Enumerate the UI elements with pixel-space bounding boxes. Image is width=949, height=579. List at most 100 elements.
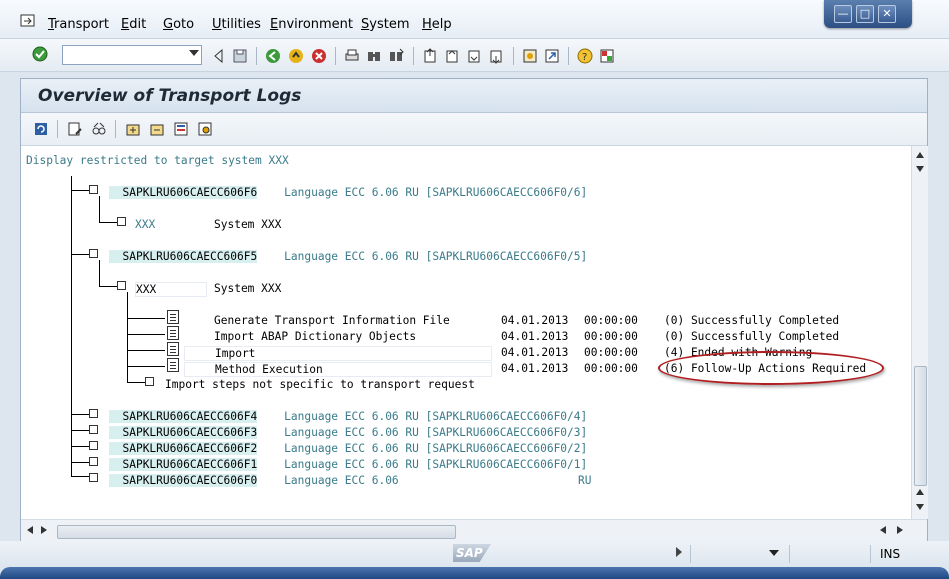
help-icon[interactable]: ? — [577, 48, 593, 64]
system-node-name: XXX — [135, 218, 156, 231]
scroll-right-icon[interactable] — [897, 526, 903, 534]
display-log-icon[interactable] — [67, 121, 83, 137]
scroll-down-icon[interactable] — [916, 504, 924, 510]
scroll-left-icon[interactable] — [27, 526, 33, 534]
folder-icon[interactable] — [89, 409, 98, 418]
print-icon[interactable] — [344, 48, 360, 64]
menu-edit[interactable]: Edit — [121, 17, 146, 32]
collapse-icon[interactable] — [149, 121, 165, 137]
command-field-dropdown-icon[interactable] — [189, 50, 199, 56]
non-specific-steps[interactable]: Import steps not specific to transport r… — [165, 378, 475, 391]
menu-environment[interactable]: Environment — [270, 17, 353, 32]
scroll-left-icon[interactable] — [880, 526, 886, 534]
find-icon[interactable] — [366, 48, 382, 64]
folder-icon[interactable] — [145, 377, 154, 386]
status-expand-icon[interactable] — [676, 547, 682, 557]
step-name[interactable]: Generate Transport Information File — [214, 314, 450, 327]
step-date: 04.01.2013 — [501, 330, 569, 343]
settings-icon[interactable] — [197, 121, 213, 137]
step-status: (0) Successfully Completed — [664, 314, 840, 327]
step-time: 00:00:00 — [584, 330, 638, 343]
folder-icon[interactable] — [89, 185, 98, 194]
menu-system[interactable]: System — [361, 17, 410, 32]
step-time: 00:00:00 — [584, 314, 638, 327]
scroll-up-icon[interactable] — [916, 152, 924, 158]
log-document-icon[interactable] — [167, 310, 179, 324]
folder-icon[interactable] — [117, 217, 126, 226]
scroll-up-icon[interactable] — [916, 489, 924, 495]
log-document-icon[interactable] — [167, 358, 179, 372]
svg-text:?: ? — [582, 52, 587, 63]
step-date: 04.01.2013 — [501, 362, 569, 375]
request-row[interactable]: SAPKLRU606CAECC606F4 Language ECC 6.06 R… — [109, 410, 587, 423]
folder-icon[interactable] — [89, 425, 98, 434]
horizontal-scroll-thumb[interactable] — [57, 525, 456, 539]
step-time: 00:00:00 — [584, 362, 638, 375]
maximize-button[interactable]: □ — [856, 5, 874, 23]
sap-menu-icon[interactable] — [20, 14, 36, 28]
glasses-icon[interactable] — [91, 121, 107, 137]
folder-icon[interactable] — [89, 441, 98, 450]
vertical-scrollbar[interactable] — [911, 146, 928, 519]
folder-icon[interactable] — [89, 457, 98, 466]
system-node-label: System XXX — [214, 282, 282, 295]
title-bar: Overview of Transport Logs — [21, 79, 927, 113]
scroll-right-icon[interactable] — [41, 526, 47, 534]
refresh-icon[interactable] — [33, 121, 49, 137]
step-name[interactable]: Import — [184, 346, 492, 361]
page-title: Overview of Transport Logs — [38, 86, 302, 106]
save-icon[interactable] — [232, 48, 248, 64]
shortcut-icon[interactable] — [544, 48, 560, 64]
insert-mode-indicator: INS — [880, 547, 901, 561]
step-status: (0) Successfully Completed — [664, 330, 840, 343]
step-name[interactable]: Import ABAP Dictionary Objects — [214, 330, 416, 343]
sap-logo: SAP — [453, 544, 491, 562]
legend-icon[interactable] — [173, 121, 189, 137]
find-next-icon[interactable] — [388, 48, 404, 64]
request-row[interactable]: SAPKLRU606CAECC606F6 Language ECC 6.06 R… — [109, 186, 587, 199]
layout-icon[interactable] — [599, 48, 615, 64]
request-row[interactable]: SAPKLRU606CAECC606F2 Language ECC 6.06 R… — [109, 442, 587, 455]
system-node-label: System XXX — [214, 218, 282, 231]
request-row[interactable]: SAPKLRU606CAECC606F5 Language ECC 6.06 R… — [109, 250, 587, 263]
window-controls: — □ ✕ — [824, 0, 912, 28]
system-node-name: XXX — [135, 282, 207, 297]
log-document-icon[interactable] — [167, 342, 179, 356]
prev-page-icon[interactable] — [444, 48, 460, 64]
scroll-down-icon[interactable] — [916, 166, 924, 172]
folder-open-icon[interactable] — [89, 249, 98, 258]
folder-icon[interactable] — [89, 473, 98, 482]
system-info-dropdown-icon[interactable] — [769, 550, 779, 556]
minimize-button[interactable]: — — [834, 5, 852, 23]
back-icon[interactable] — [265, 48, 281, 64]
close-button[interactable]: ✕ — [878, 5, 896, 23]
step-date: 04.01.2013 — [501, 346, 569, 359]
command-field[interactable] — [62, 45, 202, 65]
first-page-icon[interactable] — [422, 48, 438, 64]
application-toolbar — [21, 113, 927, 146]
request-row[interactable]: SAPKLRU606CAECC606F1 Language ECC 6.06 R… — [109, 458, 587, 471]
highlight-oval — [658, 351, 884, 385]
menu-utilities[interactable]: Utilities — [212, 17, 261, 32]
menu-goto[interactable]: Goto — [163, 17, 194, 32]
log-document-icon[interactable] — [167, 326, 179, 340]
exit-icon[interactable] — [288, 48, 304, 64]
step-time: 00:00:00 — [584, 346, 638, 359]
request-row[interactable]: SAPKLRU606CAECC606F3 Language ECC 6.06 R… — [109, 426, 587, 439]
horizontal-scrollbar[interactable] — [21, 519, 927, 542]
cancel-icon[interactable] — [311, 48, 327, 64]
menu-help[interactable]: Help — [422, 17, 452, 32]
last-page-icon[interactable] — [488, 48, 504, 64]
request-lang: RU — [578, 474, 592, 487]
back-nav-icon[interactable] — [211, 48, 227, 64]
next-page-icon[interactable] — [466, 48, 482, 64]
expand-icon[interactable] — [125, 121, 141, 137]
status-bar: SAP INS — [0, 541, 949, 567]
menu-transport[interactable]: Transport — [48, 17, 109, 32]
request-row[interactable]: SAPKLRU606CAECC606F0 Language ECC 6.06 — [109, 474, 399, 487]
folder-open-icon[interactable] — [117, 281, 126, 290]
enter-icon[interactable] — [32, 46, 48, 62]
vertical-scroll-thumb[interactable] — [914, 366, 927, 486]
step-name[interactable]: Method Execution — [184, 362, 492, 377]
new-session-icon[interactable] — [522, 48, 538, 64]
